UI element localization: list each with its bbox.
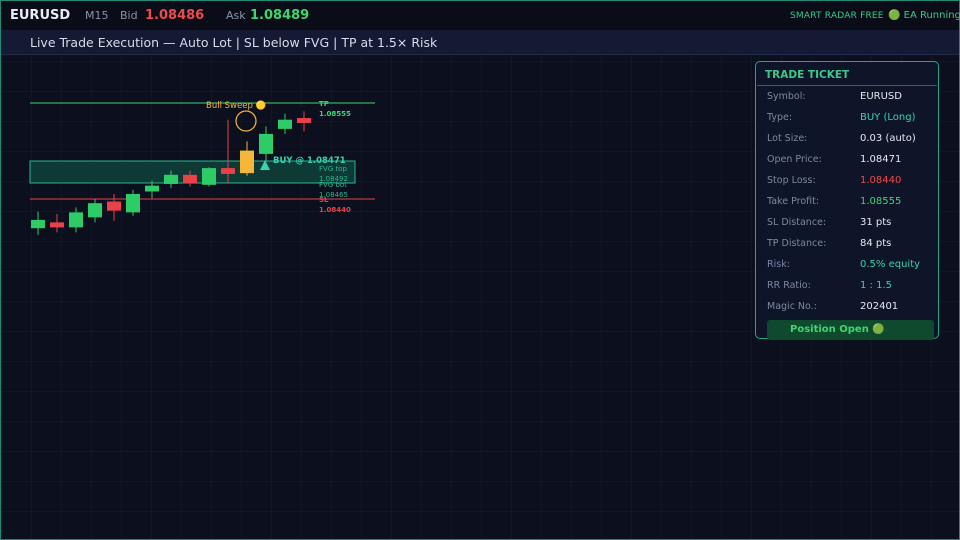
candle-body: [221, 168, 235, 174]
ticket-row-value: 31 pts: [860, 217, 892, 228]
sl-tag: SL: [319, 196, 329, 204]
ticket-row-key: RR Ratio:: [767, 280, 811, 291]
candle: [221, 119, 235, 184]
candle: [259, 126, 273, 162]
ticket-row-key: Symbol:: [767, 91, 806, 102]
ticket-row-value: 1.08471: [860, 154, 902, 165]
candle: [88, 199, 102, 223]
ticket-row-value: 1 : 1.5: [860, 280, 892, 291]
ticket-row: Stop Loss: 1.08440: [767, 175, 932, 189]
ticket-row-value: EURUSD: [860, 91, 902, 102]
ticket-row-key: Take Profit:: [767, 196, 820, 207]
ticket-row: Risk: 0.5% equity: [767, 259, 932, 273]
trade-ticket-panel: TRADE TICKET Symbol: EURUSD Type: BUY (Long…: [755, 61, 939, 340]
ticket-row-value: BUY (Long): [860, 112, 916, 123]
candle-body: [126, 193, 140, 213]
sweep-label: Bull Sweep 🟡: [206, 100, 267, 111]
candle: [69, 207, 83, 233]
ticket-row: SL Distance: 31 pts: [767, 217, 932, 231]
ticket-row-key: Lot Size:: [767, 133, 808, 144]
sweep-marker-icon: [235, 110, 257, 132]
ticket-row-key: Magic No.:: [767, 301, 817, 312]
ticket-row-value: 1.08440: [860, 175, 902, 186]
fvg-bot-tag: FVG bot: [319, 181, 347, 189]
candle-body: [202, 168, 216, 185]
ticket-row: Magic No.: 202401: [767, 301, 932, 315]
ticket-row-key: Stop Loss:: [767, 175, 816, 186]
ticket-row-value: 202401: [860, 301, 899, 312]
candle-body: [183, 174, 197, 184]
position-open-button[interactable]: Position Open 🟢: [767, 320, 934, 340]
ticket-row-value: 0.5% equity: [860, 259, 921, 270]
ticket-title: TRADE TICKET: [765, 69, 850, 81]
candle-body: [278, 119, 292, 129]
candle-body: [107, 201, 121, 211]
candle: [107, 193, 121, 221]
ticket-row: Take Profit: 1.08555: [767, 196, 932, 210]
candle: [240, 141, 254, 176]
ticket-row-key: Risk:: [767, 259, 790, 270]
ticket-row-value: 84 pts: [860, 238, 892, 249]
candle: [31, 211, 45, 235]
ticket-row-key: TP Distance:: [767, 238, 827, 249]
candle-body: [31, 219, 45, 229]
ticket-row-key: Type:: [767, 112, 793, 123]
candle-body: [297, 118, 311, 124]
candle-body: [164, 174, 178, 184]
ticket-row: Lot Size: 0.03 (auto): [767, 133, 932, 147]
fvg-top-tag: FVG top: [319, 165, 347, 173]
ticket-row: TP Distance: 84 pts: [767, 238, 932, 252]
candle: [126, 189, 140, 216]
ticket-row: RR Ratio: 1 : 1.5: [767, 280, 932, 294]
candle-body: [240, 150, 254, 174]
ticket-row-value: 1.08555: [860, 196, 902, 207]
tp-tag: TP: [319, 100, 329, 108]
tp-tag-value: 1.08555: [319, 110, 351, 118]
candle: [50, 214, 64, 233]
ticket-row-key: Open Price:: [767, 154, 822, 165]
ticket-row: Open Price: 1.08471: [767, 154, 932, 168]
sl-tag-value: 1.08440: [319, 206, 351, 214]
ticket-row: Symbol: EURUSD: [767, 91, 932, 105]
ticket-divider: [757, 85, 937, 86]
candle: [278, 113, 292, 134]
candle: [202, 167, 216, 187]
ticket-row-value: 0.03 (auto): [860, 133, 916, 144]
position-open-label: Position Open 🟢: [790, 324, 885, 335]
candle-body: [259, 133, 273, 154]
ticket-row-key: SL Distance:: [767, 217, 827, 228]
candle-body: [50, 222, 64, 228]
candle: [297, 111, 311, 132]
candle-body: [69, 212, 83, 228]
ticket-row: Type: BUY (Long): [767, 112, 932, 126]
candle-body: [145, 185, 159, 192]
candle-body: [88, 203, 102, 218]
